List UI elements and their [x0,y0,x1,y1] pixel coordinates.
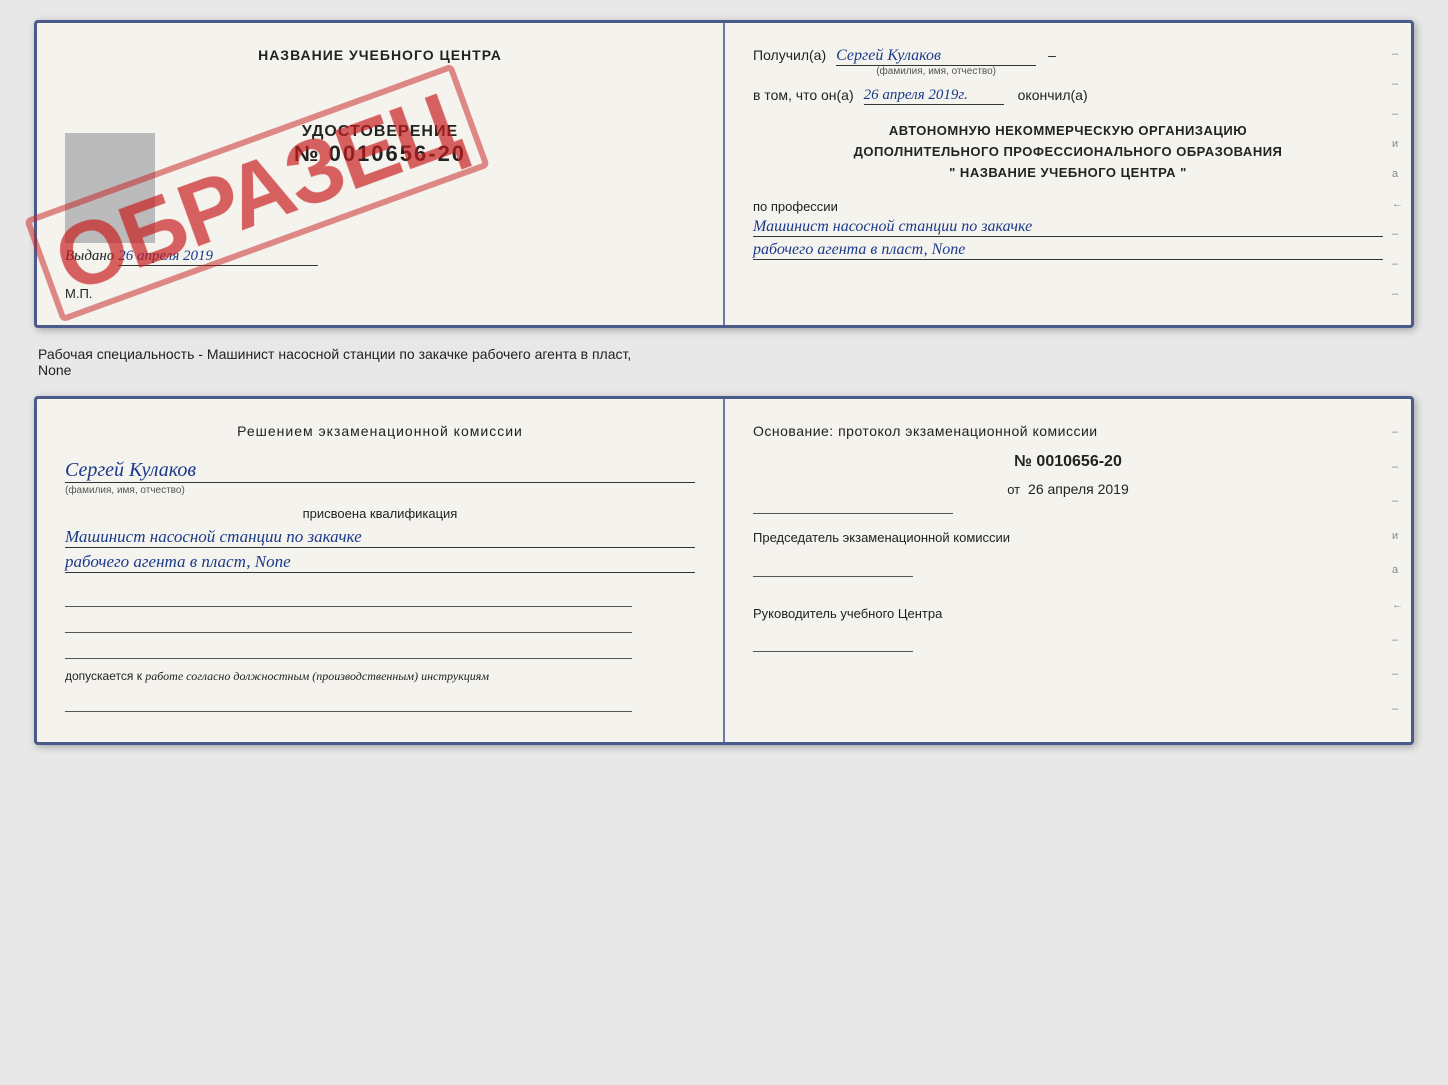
finished-label: окончил(а) [1018,87,1088,103]
director-label: Руководитель учебного Центра [753,604,1383,625]
bottom-name-sublabel: (фамилия, имя, отчество) [65,485,695,496]
b-margin-arrow: ← [1392,599,1403,611]
in-that-label: в том, что он(а) [753,87,854,103]
cert-number: № 0010656-20 [65,141,695,167]
sig-line-3 [65,639,632,659]
cert-title: НАЗВАНИЕ УЧЕБНОГО ЦЕНТРА [65,47,695,63]
basis-title: Основание: протокол экзаменационной коми… [753,423,1383,439]
b-margin-dash-5: – [1392,668,1403,680]
margin-i: и [1392,138,1403,150]
sig-line-bottom [65,692,632,712]
received-row: Получил(а) Сергей Кулаков (фамилия, имя,… [753,47,1383,77]
issued-label: Выдано [65,248,114,264]
top-document-book: НАЗВАНИЕ УЧЕБНОГО ЦЕНТРА ОБРАЗЕЦ УДОСТОВ… [34,20,1414,328]
margin-dash-1: – [1392,48,1403,60]
допускается-value: работе согласно должностным (производств… [145,669,489,683]
sig-line-2 [65,613,632,633]
org-block: АВТОНОМНУЮ НЕКОММЕРЧЕСКУЮ ОРГАНИЗАЦИЮ ДО… [753,121,1383,183]
photo-placeholder [65,133,155,243]
qualification-line2: рабочего агента в пласт, None [65,552,695,573]
separator-line2: None [38,362,71,378]
org-line3: " НАЗВАНИЕ УЧЕБНОГО ЦЕНТРА " [753,163,1383,184]
bottom-lines-left [65,587,695,659]
bottom-right-margin-lines: – – – и а ← – – – [1392,399,1403,742]
qualification-assigned: присвоена квалификация [65,506,695,521]
name-sublabel-top: (фамилия, имя, отчество) [836,66,1036,77]
cert-number-block: УДОСТОВЕРЕНИЕ № 0010656-20 [65,123,695,167]
separator-line1: Рабочая специальность - Машинист насосно… [38,346,631,362]
margin-dash-2: – [1392,78,1403,90]
from-label: от [1007,482,1020,497]
org-line1: АВТОНОМНУЮ НЕКОММЕРЧЕСКУЮ ОРГАНИЗАЦИЮ [753,121,1383,142]
profession-label: по профессии [753,199,1383,214]
bottom-document-book: Решением экзаменационной комиссии Сергей… [34,396,1414,745]
decision-title: Решением экзаменационной комиссии [65,423,695,439]
dash-1: – [1048,47,1056,63]
director-block: Руководитель учебного Центра [753,604,1383,660]
profession-line2: рабочего агента в пласт, None [753,241,1383,260]
chairman-block: Председатель экзаменационной комиссии [753,528,1383,584]
received-name: Сергей Кулаков [836,47,1036,66]
right-margin-lines: – – – и а ← – – – [1392,23,1403,325]
mp-label: М.П. [65,286,695,301]
допускается-block: допускается к работе согласно должностны… [65,669,695,684]
protocol-number: № 0010656-20 [753,453,1383,471]
b-margin-dash-3: – [1392,495,1403,507]
b-margin-a: а [1392,564,1403,576]
margin-dash-3: – [1392,108,1403,120]
b-margin-dash-6: – [1392,703,1403,715]
director-sig-line [753,632,913,652]
b-margin-dash-1: – [1392,426,1403,438]
b-margin-dash-2: – [1392,461,1403,473]
top-left-panel: НАЗВАНИЕ УЧЕБНОГО ЦЕНТРА ОБРАЗЕЦ УДОСТОВ… [37,23,725,325]
bottom-right-panel: Основание: протокол экзаменационной коми… [725,399,1411,742]
допускается-label: допускается к [65,669,142,683]
bottom-left-panel: Решением экзаменационной комиссии Сергей… [37,399,725,742]
b-margin-i: и [1392,530,1403,542]
margin-arrow: ← [1392,198,1403,210]
b-margin-dash-4: – [1392,634,1403,646]
margin-dash-5: – [1392,258,1403,270]
protocol-date: от 26 апреля 2019 [753,481,1383,497]
chairman-label: Председатель экзаменационной комиссии [753,528,1383,549]
margin-a: а [1392,168,1403,180]
separator-text-block: Рабочая специальность - Машинист насосно… [34,338,1414,386]
margin-dash-4: – [1392,228,1403,240]
issued-date: 26 апреля 2019 [118,248,318,266]
profession-line1: Машинист насосной станции по закачке [753,218,1383,237]
qualification-line1: Машинист насосной станции по закачке [65,527,695,548]
margin-dash-6: – [1392,288,1403,300]
date-value: 26 апреля 2019г. [864,87,1004,105]
protocol-date-underline [753,513,953,514]
in-that-row: в том, что он(а) 26 апреля 2019г. окончи… [753,87,1383,105]
cert-label: УДОСТОВЕРЕНИЕ [65,123,695,141]
received-label: Получил(а) [753,47,826,63]
person-name: Сергей Кулаков [65,459,695,483]
sig-line-1 [65,587,632,607]
cert-issued: Выдано 26 апреля 2019 [65,247,695,266]
top-right-panel: Получил(а) Сергей Кулаков (фамилия, имя,… [725,23,1411,325]
org-line2: ДОПОЛНИТЕЛЬНОГО ПРОФЕССИОНАЛЬНОГО ОБРАЗО… [753,142,1383,163]
chairman-sig-line [753,557,913,577]
from-date: 26 апреля 2019 [1028,481,1129,497]
